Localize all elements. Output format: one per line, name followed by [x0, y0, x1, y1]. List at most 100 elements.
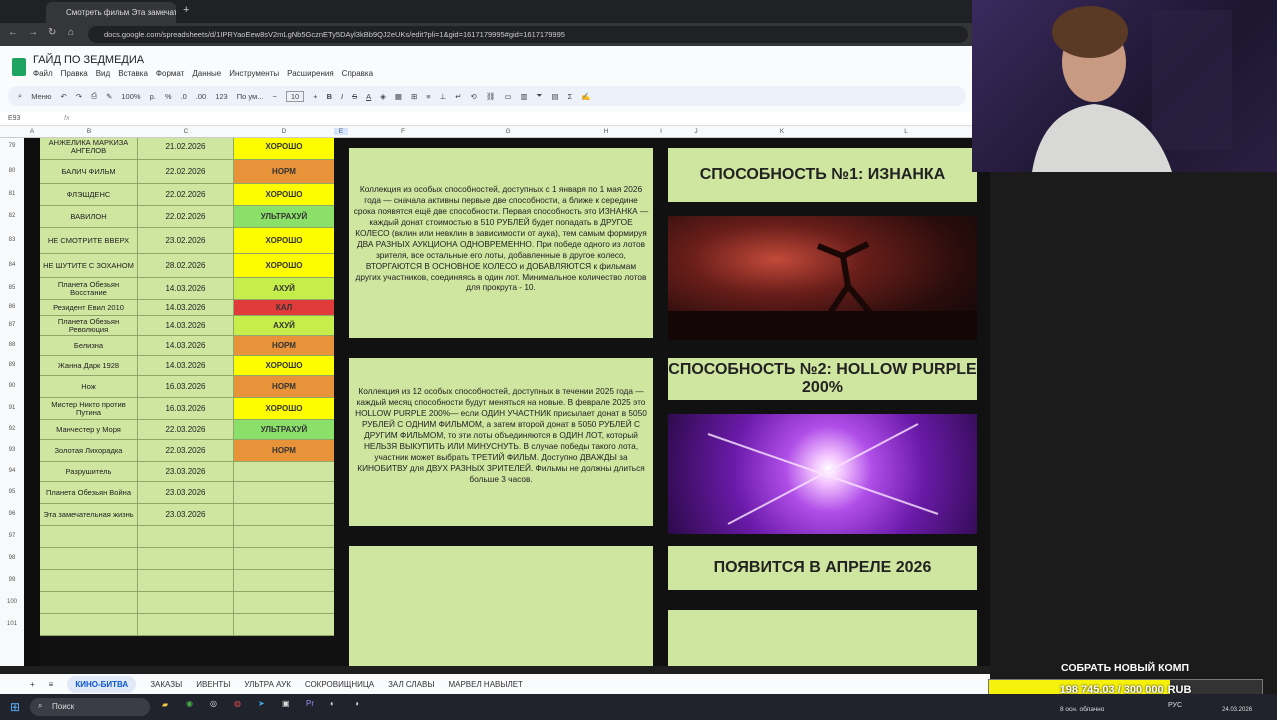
back-icon[interactable]: ← [8, 27, 18, 38]
cell-ref[interactable]: E93 [8, 115, 20, 122]
increase-decimal[interactable]: .00 [196, 92, 206, 101]
date-cell[interactable] [138, 592, 234, 613]
film-title-cell[interactable]: Мистер Никто против Путина [40, 398, 138, 419]
sheets-logo-icon[interactable] [12, 58, 26, 76]
link-icon[interactable]: ⛓ [486, 92, 496, 101]
language-indicator[interactable]: РУС [1168, 702, 1182, 709]
rating-cell[interactable]: ХОРОШО [234, 398, 334, 419]
clock-date[interactable]: 24.03.2026 [1222, 707, 1252, 713]
film-title-cell[interactable]: НЕ ШУТИТЕ С ЗОХАНОМ [40, 254, 138, 277]
url-field[interactable]: docs.google.com/spreadsheets/d/1IPRYaoEe… [88, 26, 968, 43]
date-cell[interactable]: 22.02.2026 [138, 184, 234, 205]
menu-help[interactable]: Справка [342, 69, 373, 78]
borders-icon[interactable]: ▦ [395, 92, 402, 101]
currency-format[interactable]: р. [150, 92, 156, 101]
date-cell[interactable]: 22.02.2026 [138, 160, 234, 183]
row-number[interactable]: 83 [0, 237, 24, 243]
date-cell[interactable]: 23.02.2026 [138, 228, 234, 253]
wrap-icon[interactable]: ↵ [455, 92, 461, 101]
date-cell[interactable]: 23.03.2026 [138, 482, 234, 503]
date-cell[interactable]: 22.03.2026 [138, 440, 234, 461]
film-title-cell[interactable]: НЕ СМОТРИТЕ ВВЕРХ [40, 228, 138, 253]
telegram-icon[interactable]: ➤ [258, 699, 265, 708]
undo-icon[interactable]: ↶ [60, 92, 66, 101]
table-row[interactable]: Золотая Лихорадка 22.03.2026 НОРМ [40, 440, 334, 462]
table-row[interactable]: НЕ СМОТРИТЕ ВВЕРХ 23.02.2026 ХОРОШО [40, 228, 334, 254]
film-title-cell[interactable]: ФЛЭШДЕНС [40, 184, 138, 205]
rating-cell[interactable] [234, 462, 334, 481]
premiere-icon[interactable]: Pr [306, 699, 314, 708]
table-row[interactable]: Разрушитель 23.03.2026 [40, 462, 334, 482]
paint-format-icon[interactable]: ✎ [106, 92, 112, 101]
start-icon[interactable]: ⊞ [10, 700, 20, 714]
row-number[interactable]: 84 [0, 262, 24, 268]
font-size-field[interactable]: 10 [285, 90, 305, 102]
date-cell[interactable] [138, 526, 234, 547]
table-row[interactable]: Эта замечательная жизнь 23.03.2026 [40, 504, 334, 526]
date-cell[interactable]: 28.02.2026 [138, 254, 234, 277]
rating-cell[interactable]: НОРМ [234, 336, 334, 355]
film-title-cell[interactable] [40, 526, 138, 547]
row-number[interactable]: 86 [0, 304, 24, 310]
film-title-cell[interactable]: Планета Обезьян Война [40, 482, 138, 503]
table-row[interactable] [40, 570, 334, 592]
col-header-l[interactable]: L [840, 128, 972, 135]
film-title-cell[interactable] [40, 570, 138, 591]
comment-icon[interactable]: ▭ [504, 92, 511, 101]
col-header-d[interactable]: D [234, 128, 334, 135]
rating-cell[interactable] [234, 614, 334, 635]
film-title-cell[interactable]: Планета Обезьян Революция [40, 316, 138, 335]
ability-2-title-cell[interactable]: СПОСОБНОСТЬ №2: HOLLOW PURPLE 200% [668, 358, 977, 400]
sheet-tab-ultra-auk[interactable]: УЛЬТРА АУК [244, 680, 291, 689]
strikethrough-icon[interactable]: S [352, 92, 357, 101]
table-row[interactable]: Планета Обезьян Революция 14.03.2026 АХУЙ [40, 316, 334, 336]
ability-2-description[interactable]: Коллекция из 12 особых способностей, дос… [349, 358, 653, 526]
date-cell[interactable]: 22.03.2026 [138, 420, 234, 439]
row-number[interactable]: 97 [0, 533, 24, 539]
app-icon-3[interactable]: ▣ [282, 699, 290, 708]
browser-tab[interactable]: Смотреть фильм Эта замечател... [46, 2, 176, 23]
film-title-cell[interactable]: Манчестер у Моря [40, 420, 138, 439]
date-cell[interactable]: 14.03.2026 [138, 316, 234, 335]
film-title-cell[interactable]: ВАВИЛОН [40, 206, 138, 227]
table-row[interactable]: ВАВИЛОН 22.02.2026 УЛЬТРАХУЙ [40, 206, 334, 228]
rating-cell[interactable] [234, 482, 334, 503]
rating-cell[interactable]: НОРМ [234, 160, 334, 183]
col-header-k[interactable]: K [724, 128, 840, 135]
col-header-i[interactable]: I [654, 128, 668, 135]
table-row[interactable]: Планета Обезьян Восстание 14.03.2026 АХУЙ [40, 278, 334, 300]
chrome-icon[interactable]: ◉ [186, 699, 193, 708]
zoom-select[interactable]: 100% [121, 92, 140, 101]
menu-data[interactable]: Данные [192, 69, 221, 78]
ability-3-title-cell[interactable]: ПОЯВИТСЯ В АПРЕЛЕ 2026 [668, 546, 977, 590]
table-row[interactable]: Планета Обезьян Война 23.03.2026 [40, 482, 334, 504]
date-cell[interactable]: 14.03.2026 [138, 300, 234, 315]
app-icon-2[interactable]: ◍ [234, 699, 241, 708]
search-menus-icon[interactable]: ⌕ [18, 91, 22, 101]
align-icon[interactable]: ≡ [426, 92, 430, 101]
font-size-minus[interactable]: − [272, 92, 276, 101]
date-cell[interactable]: 14.03.2026 [138, 336, 234, 355]
ability-1-title-cell[interactable]: СПОСОБНОСТЬ №1: ИЗНАНКА [668, 148, 977, 202]
rating-cell[interactable]: ХОРОШО [234, 184, 334, 205]
row-number[interactable]: 79 [0, 143, 24, 149]
date-cell[interactable] [138, 570, 234, 591]
film-title-cell[interactable]: АНЖЕЛИКА МАРКИЗА АНГЕЛОВ [40, 138, 138, 159]
taskbar-search[interactable]: ⌕ Поиск [30, 698, 150, 716]
col-header-a[interactable]: A [24, 128, 40, 135]
menu-search-label[interactable]: Меню [31, 92, 51, 101]
menu-file[interactable]: Файл [33, 69, 53, 78]
row-number[interactable]: 82 [0, 213, 24, 219]
film-title-cell[interactable]: Резидент Евил 2010 [40, 300, 138, 315]
date-cell[interactable]: 22.02.2026 [138, 206, 234, 227]
rating-cell[interactable]: ХОРОШО [234, 228, 334, 253]
rotate-icon[interactable]: ⟲ [471, 92, 477, 101]
menu-edit[interactable]: Правка [61, 69, 88, 78]
sheet-tab-marvel[interactable]: МАРВЕЛ НАВЫЛЕТ [448, 680, 522, 689]
col-header-e[interactable]: E [334, 128, 348, 135]
row-number[interactable]: 88 [0, 342, 24, 348]
menu-format[interactable]: Формат [156, 69, 184, 78]
table-row[interactable] [40, 614, 334, 636]
row-number[interactable]: 94 [0, 468, 24, 474]
percent-format[interactable]: % [165, 92, 172, 101]
